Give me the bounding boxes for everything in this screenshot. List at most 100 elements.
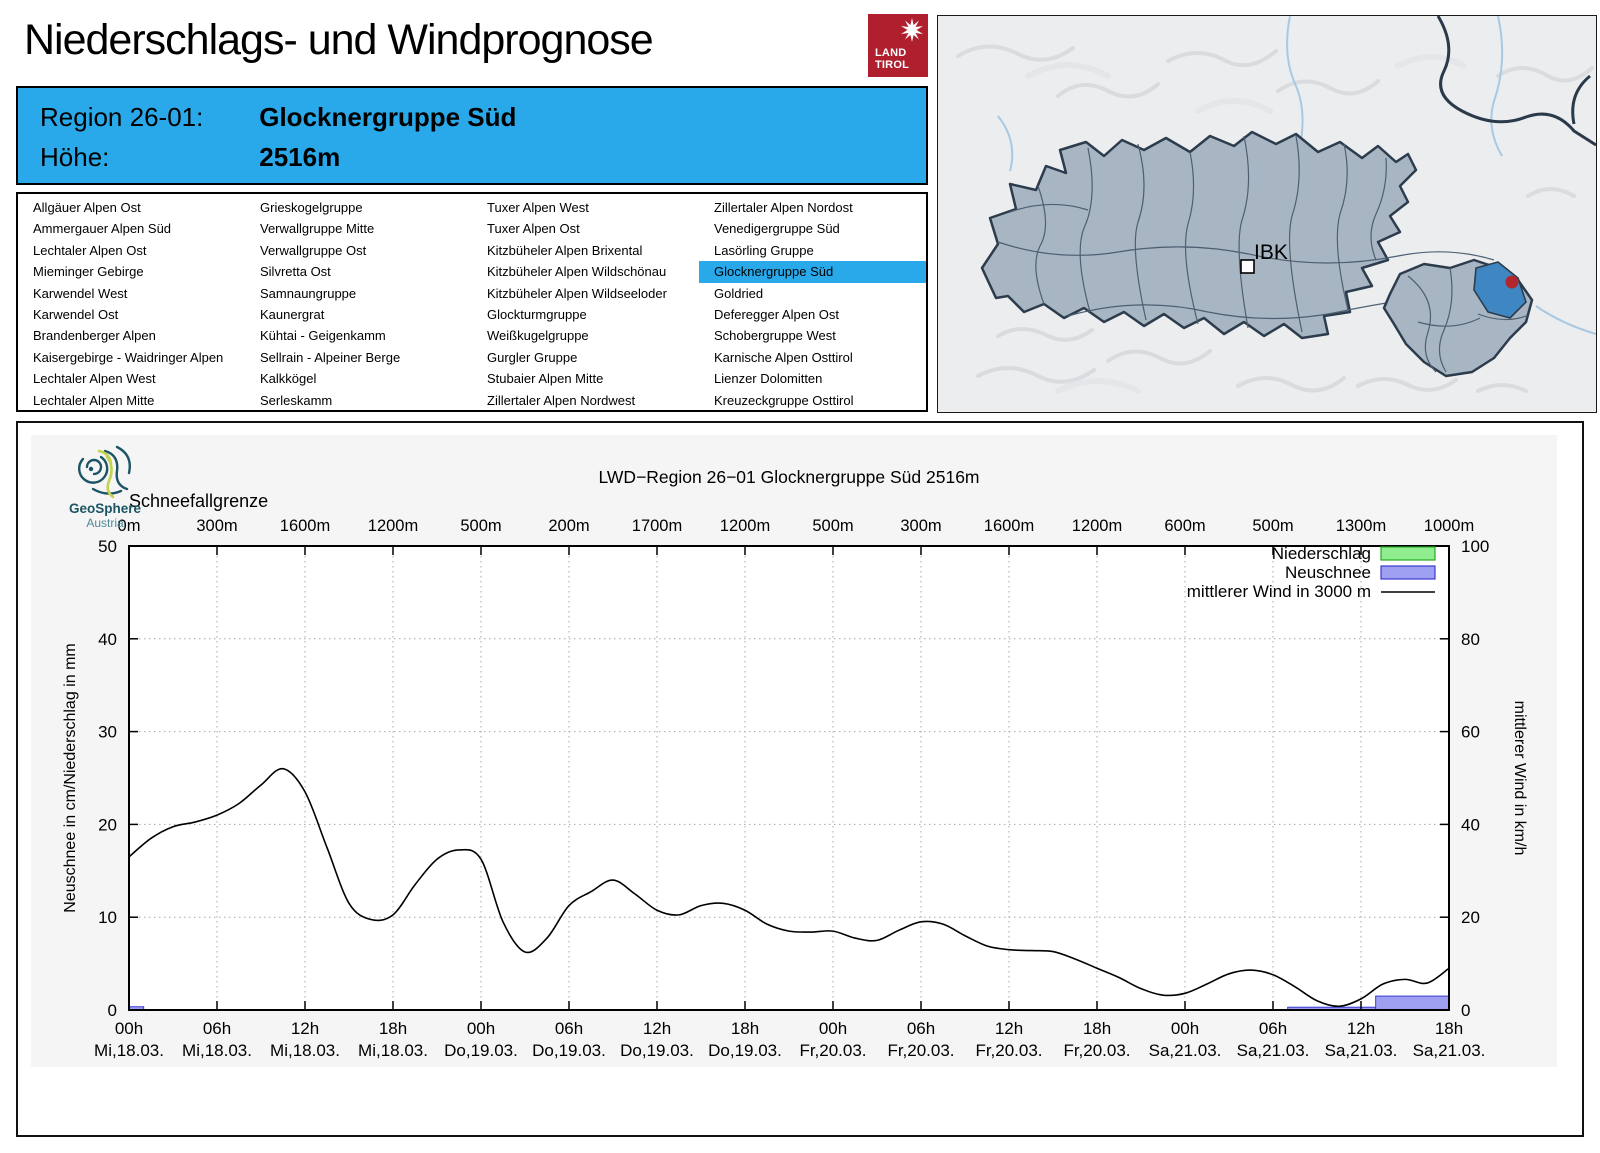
schneefallgrenze-value: 1200m	[720, 517, 770, 535]
region-item[interactable]: Brandenberger Alpen	[18, 325, 245, 346]
ytick-left: 50	[98, 537, 117, 556]
xtick-time: 06h	[555, 1019, 583, 1038]
region-item[interactable]: Gurgler Gruppe	[472, 347, 699, 368]
region-item[interactable]: Lasörling Gruppe	[699, 240, 926, 261]
region-item[interactable]: Verwallgruppe Ost	[245, 240, 472, 261]
logo-line2: TIROL	[875, 59, 909, 71]
schneefallgrenze-value: 500m	[812, 517, 853, 535]
forecast-page: Niederschlags- und Windprognose LAND TIR…	[0, 0, 1600, 1153]
region-item[interactable]: Grieskogelgruppe	[245, 197, 472, 218]
xtick-date: Mi,18.03.	[358, 1041, 428, 1060]
region-item[interactable]: Kitzbüheler Alpen Wildschönau	[472, 261, 699, 282]
xtick-date: Mi,18.03.	[270, 1041, 340, 1060]
region-item[interactable]: Weißkugelgruppe	[472, 325, 699, 346]
geosphere-logo: GeoSphere Austria	[53, 445, 163, 530]
legend-swatch	[1380, 546, 1436, 561]
region-item[interactable]: Kitzbüheler Alpen Brixental	[472, 240, 699, 261]
xtick-time: 06h	[203, 1019, 231, 1038]
legend-swatch	[1380, 565, 1436, 580]
schneefallgrenze-value: 1200m	[1072, 517, 1122, 535]
ytick-right: 20	[1461, 908, 1480, 927]
geosphere-swirl-icon	[78, 445, 131, 499]
xtick-time: 18h	[379, 1019, 407, 1038]
region-item[interactable]: Stubaier Alpen Mitte	[472, 368, 699, 389]
xtick-date: Mi,18.03.	[94, 1041, 164, 1060]
region-label: Region 26-01:	[40, 102, 204, 132]
region-item[interactable]: Sellrain - Alpeiner Berge	[245, 347, 472, 368]
region-item[interactable]: Kaunergrat	[245, 304, 472, 325]
region-item[interactable]: Schobergruppe West	[699, 325, 926, 346]
geosphere-name: GeoSphere	[68, 501, 142, 516]
ibk-marker	[1240, 259, 1255, 274]
region-item[interactable]: Karwendel West	[18, 283, 245, 304]
region-item[interactable]: Zillertaler Alpen Nordwest	[472, 390, 699, 411]
ylabel-left: Neuschnee in cm/Niederschlag in mm	[62, 643, 79, 912]
region-item[interactable]: Goldried	[699, 283, 926, 304]
bar-neuschnee	[1375, 995, 1450, 1011]
region-item[interactable]: Venedigergruppe Süd	[699, 218, 926, 239]
region-item[interactable]: Lechtaler Alpen Ost	[18, 240, 245, 261]
xtick-date: Do,19.03.	[444, 1041, 518, 1060]
region-item[interactable]: Ammergauer Alpen Süd	[18, 218, 245, 239]
xtick-date: Sa,21.03.	[1325, 1041, 1398, 1060]
region-column-2: Grieskogelgruppe Verwallgruppe Mitte Verwa…	[245, 194, 472, 410]
xtick-date: Fr,20.03.	[1063, 1041, 1130, 1060]
region-item[interactable]: Allgäuer Alpen Ost	[18, 197, 245, 218]
legend-label: Neuschnee	[1285, 563, 1371, 582]
ytick-left: 40	[98, 630, 117, 649]
schneefallgrenze-value: 1300m	[1336, 517, 1386, 535]
region-item[interactable]: Glockturmgruppe	[472, 304, 699, 325]
region-item[interactable]: Tuxer Alpen Ost	[472, 218, 699, 239]
xtick-date: Sa,21.03.	[1237, 1041, 1310, 1060]
xtick-time: 12h	[291, 1019, 319, 1038]
xtick-date: Do,19.03.	[708, 1041, 782, 1060]
region-item[interactable]: Lechtaler Alpen Mitte	[18, 390, 245, 411]
ytick-left: 0	[108, 1001, 117, 1020]
xtick-date: Do,19.03.	[532, 1041, 606, 1060]
region-item[interactable]: Deferegger Alpen Ost	[699, 304, 926, 325]
region-item[interactable]: Lienzer Dolomitten	[699, 368, 926, 389]
ylabel-right: mittlerer Wind in km/h	[1511, 701, 1528, 856]
region-item[interactable]: Tuxer Alpen West	[472, 197, 699, 218]
region-list: Allgäuer Alpen Ost Ammergauer Alpen Süd Le…	[16, 192, 928, 412]
region-name: Glocknergruppe Süd	[259, 102, 517, 132]
chart-title: LWD−Region 26−01 Glocknergruppe Süd 2516…	[598, 467, 979, 487]
xtick-date: Do,19.03.	[620, 1041, 694, 1060]
region-item[interactable]: Zillertaler Alpen Nordost	[699, 197, 926, 218]
xtick-date: Sa,21.03.	[1413, 1041, 1486, 1060]
ytick-right: 0	[1461, 1001, 1470, 1020]
hoehe-label: Höhe:	[40, 142, 110, 172]
xtick-date: Sa,21.03.	[1149, 1041, 1222, 1060]
region-item[interactable]: Silvretta Ost	[245, 261, 472, 282]
region-item[interactable]: Kaisergebirge - Waidringer Alpen	[18, 347, 245, 368]
xtick-time: 12h	[1347, 1019, 1375, 1038]
legend-label: mittlerer Wind in 3000 m	[1187, 582, 1371, 601]
xtick-time: 00h	[1171, 1019, 1199, 1038]
logo-line1: LAND	[875, 47, 907, 59]
region-item[interactable]: Serleskamm	[245, 390, 472, 411]
schneefallgrenze-value: 300m	[196, 517, 237, 535]
region-item[interactable]: Kreuzeckgruppe Osttirol	[699, 390, 926, 411]
region-item[interactable]: Lechtaler Alpen West	[18, 368, 245, 389]
region-banner: Region 26-01: Glocknergruppe Süd Höhe: 2…	[16, 86, 928, 185]
hoehe-value: 2516m	[259, 142, 341, 172]
region-column-3: Tuxer Alpen West Tuxer Alpen Ost Kitzbühel…	[472, 194, 699, 410]
ibk-label: IBK	[1254, 241, 1288, 264]
page-title: Niederschlags- und Windprognose	[24, 16, 654, 64]
xtick-date: Fr,20.03.	[887, 1041, 954, 1060]
ytick-left: 10	[98, 908, 117, 927]
schneefallgrenze-value: 500m	[460, 517, 501, 535]
xtick-time: 18h	[1435, 1019, 1463, 1038]
region-item[interactable]: Kühtai - Geigenkamm	[245, 325, 472, 346]
region-item-selected[interactable]: Glocknergruppe Süd	[699, 261, 926, 283]
region-item[interactable]: Samnaungruppe	[245, 283, 472, 304]
region-item[interactable]: Mieminger Gebirge	[18, 261, 245, 282]
tirol-map-image: IBK	[938, 16, 1596, 412]
region-item[interactable]: Karnische Alpen Osttirol	[699, 347, 926, 368]
region-item[interactable]: Verwallgruppe Mitte	[245, 218, 472, 239]
region-item[interactable]: Kitzbüheler Alpen Wildseeloder	[472, 283, 699, 304]
xtick-time: 06h	[1259, 1019, 1287, 1038]
region-column-1: Allgäuer Alpen Ost Ammergauer Alpen Süd Le…	[18, 194, 245, 410]
region-item[interactable]: Karwendel Ost	[18, 304, 245, 325]
region-item[interactable]: Kalkkögel	[245, 368, 472, 389]
